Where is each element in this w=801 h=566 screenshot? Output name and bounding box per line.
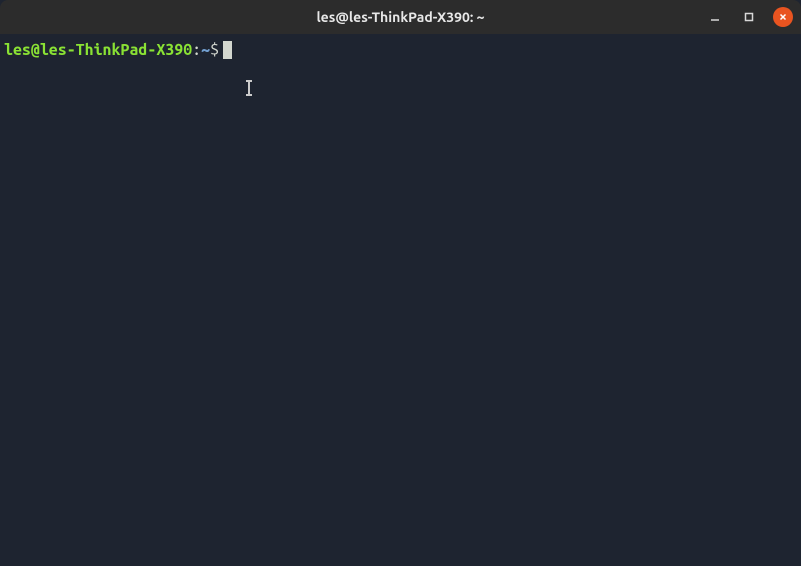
window-title: les@les-ThinkPad-X390: ~ xyxy=(316,9,484,25)
window-titlebar: les@les-ThinkPad-X390: ~ xyxy=(0,0,801,34)
terminal-cursor xyxy=(223,41,232,59)
prompt-user-host: les@les-ThinkPad-X390 xyxy=(4,40,192,61)
prompt-separator: : xyxy=(192,40,201,61)
maximize-icon xyxy=(744,12,754,22)
maximize-button[interactable] xyxy=(739,7,759,27)
prompt-cwd: ~ xyxy=(201,40,210,61)
prompt-symbol: $ xyxy=(210,40,219,61)
terminal-area[interactable]: les@les-ThinkPad-X390:~$ xyxy=(0,34,801,566)
minimize-icon xyxy=(710,12,720,22)
close-button[interactable] xyxy=(773,7,793,27)
text-cursor-icon xyxy=(246,80,254,96)
window-controls xyxy=(705,7,793,27)
prompt-line: les@les-ThinkPad-X390:~$ xyxy=(4,40,797,61)
close-icon xyxy=(778,12,788,22)
minimize-button[interactable] xyxy=(705,7,725,27)
